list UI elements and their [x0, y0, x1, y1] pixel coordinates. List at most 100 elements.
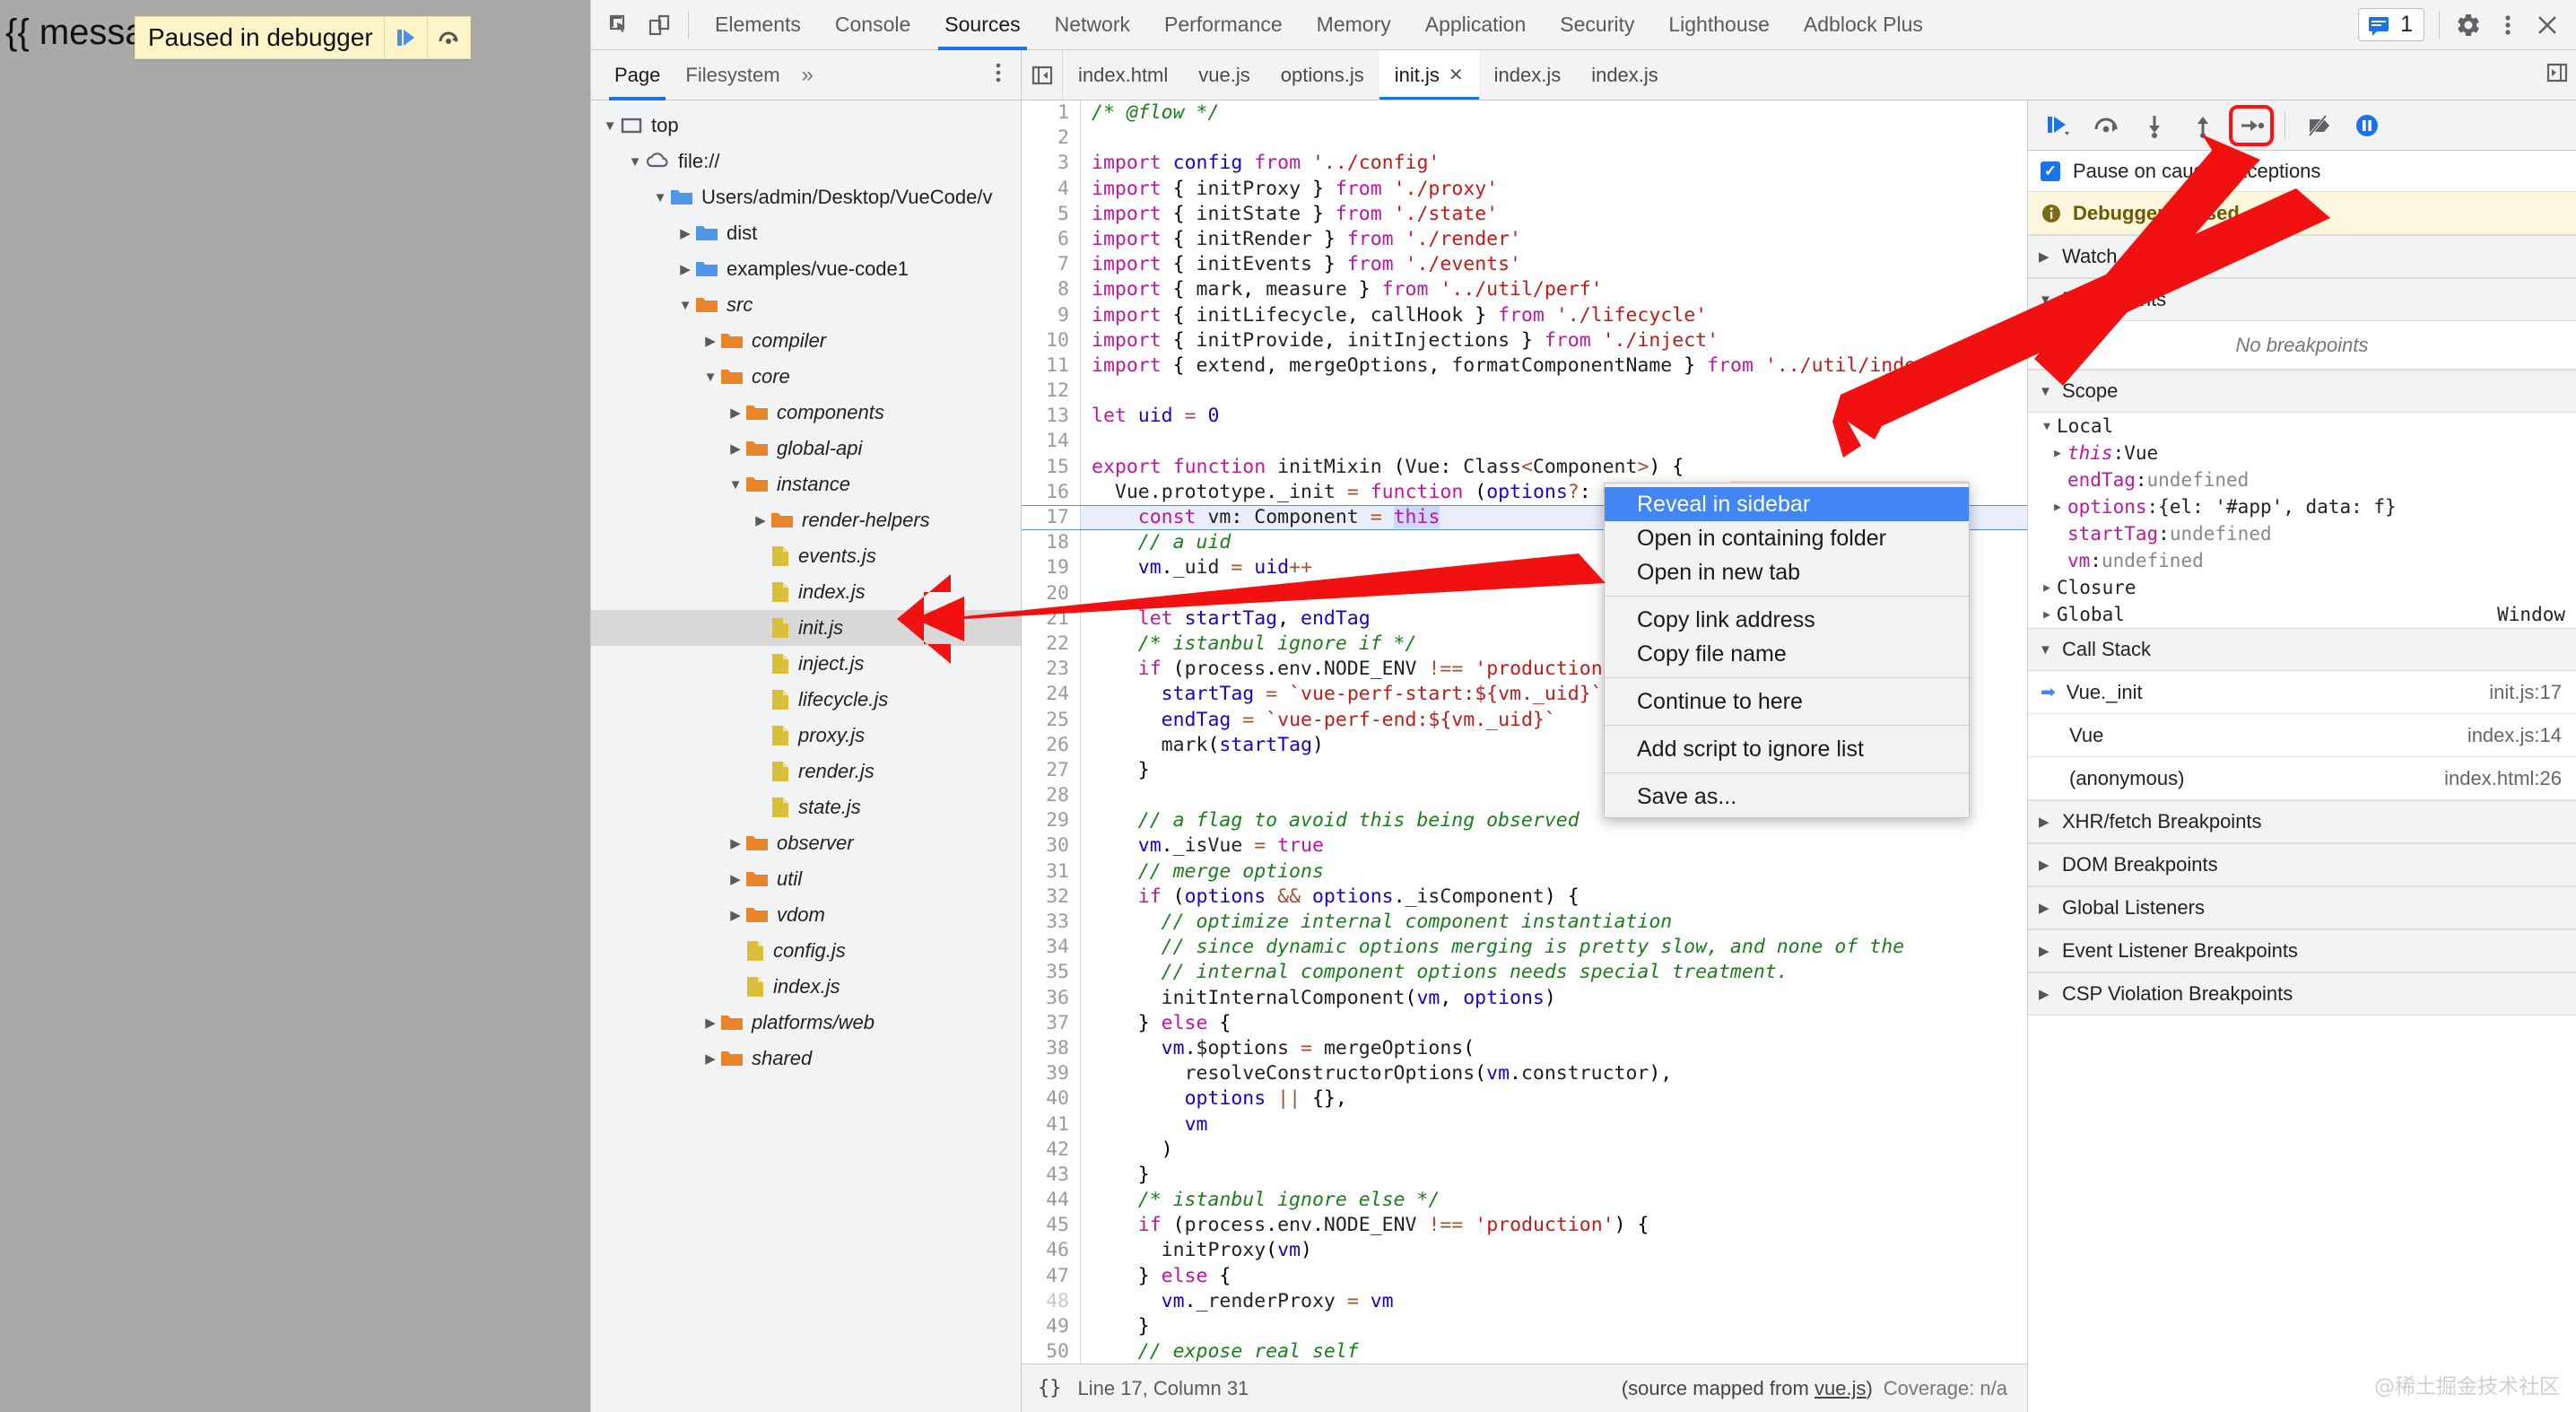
section-event-listener-breakpoints[interactable]: ▶ Event Listener Breakpoints: [2028, 929, 2576, 972]
scope-variable-endTag[interactable]: endTag: undefined: [2028, 466, 2576, 493]
tree-item-inject-js[interactable]: inject.js: [591, 646, 1021, 682]
tab-console[interactable]: Console: [818, 0, 927, 50]
code-line-43[interactable]: 43 }: [1022, 1162, 2027, 1189]
line-number[interactable]: 27: [1022, 757, 1081, 784]
line-number[interactable]: 44: [1022, 1188, 1081, 1214]
code-line-6[interactable]: 6 import { initRender } from './render': [1022, 226, 2027, 253]
tree-item-global-api[interactable]: ▶ global-api: [591, 431, 1021, 466]
chevron-right-icon[interactable]: ▶: [701, 333, 720, 349]
code-line-41[interactable]: 41 vm: [1022, 1111, 2027, 1137]
call-stack-frame-2[interactable]: (anonymous) index.html:26: [2028, 757, 2576, 800]
code-line-8[interactable]: 8 import { mark, measure } from '../util/…: [1022, 277, 2027, 303]
tree-item-proxy-js[interactable]: proxy.js: [591, 718, 1021, 754]
navigator-kebab-menu-icon[interactable]: [988, 60, 1008, 90]
line-number[interactable]: 1: [1022, 100, 1081, 126]
code-line-48[interactable]: 48 vm._renderProxy = vm: [1022, 1288, 2027, 1314]
tree-item-index-js[interactable]: index.js: [591, 969, 1021, 1005]
line-number[interactable]: 29: [1022, 808, 1081, 834]
line-number[interactable]: 8: [1022, 277, 1081, 303]
code-line-45[interactable]: 45 if (process.env.NODE_ENV !== 'product…: [1022, 1213, 2027, 1239]
section-global-listeners[interactable]: ▶ Global Listeners: [2028, 886, 2576, 929]
tree-item-init-js[interactable]: init.js: [591, 610, 1021, 646]
code-line-10[interactable]: 10 import { initProvide, initInjections }…: [1022, 327, 2027, 353]
line-number[interactable]: 50: [1022, 1339, 1081, 1364]
line-number[interactable]: 16: [1022, 479, 1081, 505]
file-tab-index-js[interactable]: index.js: [1479, 50, 1577, 100]
line-number[interactable]: 43: [1022, 1162, 1081, 1189]
tree-item-shared[interactable]: ▶ shared: [591, 1041, 1021, 1076]
scope-variable-startTag[interactable]: startTag: undefined: [2028, 520, 2576, 547]
menu-item-save-as[interactable]: Save as...: [1605, 780, 1969, 814]
close-icon[interactable]: [2528, 5, 2567, 45]
line-number[interactable]: 22: [1022, 631, 1081, 658]
menu-item-add-script-to-ignore-list[interactable]: Add script to ignore list: [1605, 732, 1969, 766]
tree-item-index-js[interactable]: index.js: [591, 574, 1021, 610]
chevron-right-icon[interactable]: ▶: [701, 1050, 720, 1067]
file-tab-vue-js[interactable]: vue.js: [1183, 50, 1265, 100]
section-xhr-breakpoints[interactable]: ▶ XHR/fetch Breakpoints: [2028, 800, 2576, 843]
line-number[interactable]: 26: [1022, 732, 1081, 758]
resume-script-icon[interactable]: [385, 17, 427, 58]
tab-adblock-plus[interactable]: Adblock Plus: [1787, 0, 1940, 50]
chevron-right-icon[interactable]: ▶: [2037, 608, 2057, 622]
chevron-right-icon[interactable]: ▶: [701, 1015, 720, 1031]
line-number[interactable]: 14: [1022, 429, 1081, 455]
chevron-right-icon[interactable]: ▶: [675, 225, 695, 241]
chevron-down-icon[interactable]: ▼: [650, 190, 670, 205]
tab-security[interactable]: Security: [1543, 0, 1651, 50]
navigator-tab-page[interactable]: Page: [602, 50, 673, 100]
editor-context-menu[interactable]: Reveal in sidebar Open in containing fold…: [1604, 483, 1970, 818]
tree-item-instance[interactable]: ▼ instance: [591, 466, 1021, 502]
chevron-right-icon[interactable]: ▶: [726, 835, 745, 851]
code-line-40[interactable]: 40 options || {},: [1022, 1086, 2027, 1112]
menu-item-copy-link-address[interactable]: Copy link address: [1605, 603, 1969, 637]
line-number[interactable]: 39: [1022, 1061, 1081, 1087]
line-number[interactable]: 4: [1022, 176, 1081, 202]
tree-item-components[interactable]: ▶ components: [591, 395, 1021, 431]
tab-application[interactable]: Application: [1408, 0, 1544, 50]
tree-item-render-helpers[interactable]: ▶ render-helpers: [591, 502, 1021, 538]
line-number[interactable]: 45: [1022, 1213, 1081, 1239]
scope-group-global[interactable]: ▶ Global Window: [2028, 601, 2576, 628]
navigator-more-tabs[interactable]: »: [793, 63, 822, 88]
line-number[interactable]: 28: [1022, 783, 1081, 809]
code-line-5[interactable]: 5 import { initState } from './state': [1022, 201, 2027, 227]
code-line-33[interactable]: 33 // optimize internal component instan…: [1022, 910, 2027, 936]
message-count-badge[interactable]: 1: [2358, 8, 2424, 41]
tab-elements[interactable]: Elements: [698, 0, 818, 50]
line-number[interactable]: 2: [1022, 126, 1081, 152]
code-line-31[interactable]: 31 // merge options: [1022, 859, 2027, 885]
line-number[interactable]: 11: [1022, 353, 1081, 379]
gear-icon[interactable]: [2449, 5, 2488, 45]
chevron-right-icon[interactable]: ▶: [751, 512, 770, 528]
code-line-47[interactable]: 47 } else {: [1022, 1263, 2027, 1289]
section-csp-violation-breakpoints[interactable]: ▶ CSP Violation Breakpoints: [2028, 972, 2576, 1015]
line-number[interactable]: 34: [1022, 935, 1081, 961]
line-number[interactable]: 7: [1022, 252, 1081, 278]
code-line-37[interactable]: 37 } else {: [1022, 1010, 2027, 1036]
line-number[interactable]: 10: [1022, 327, 1081, 353]
resume-script-execution-icon[interactable]: [2035, 105, 2080, 146]
file-tab-init-js[interactable]: init.js ✕: [1379, 50, 1479, 100]
chevron-right-icon[interactable]: ▶: [675, 261, 695, 277]
code-line-11[interactable]: 11 import { extend, mergeOptions, formatC…: [1022, 353, 2027, 379]
chevron-right-icon[interactable]: ▶: [726, 405, 745, 421]
file-tab-options-js[interactable]: options.js: [1266, 50, 1379, 100]
tree-item-core[interactable]: ▼ core: [591, 359, 1021, 395]
tab-performance[interactable]: Performance: [1147, 0, 1300, 50]
chevron-right-icon[interactable]: ▶: [2037, 581, 2057, 595]
sources-navigator-tree[interactable]: ▼ top ▼ file:// ▼ Users/admin/Desktop/VueCode…: [591, 100, 1022, 1412]
step-into-next-function-icon[interactable]: [2132, 105, 2177, 146]
tab-network[interactable]: Network: [1038, 0, 1147, 50]
line-number[interactable]: 25: [1022, 707, 1081, 733]
call-stack-frame-1[interactable]: Vue index.js:14: [2028, 714, 2576, 757]
chevron-right-icon[interactable]: ▶: [2048, 501, 2067, 514]
tree-item-src[interactable]: ▼ src: [591, 287, 1021, 323]
pretty-print-icon[interactable]: {}: [1038, 1377, 1062, 1399]
line-number[interactable]: 41: [1022, 1111, 1081, 1137]
section-breakpoints[interactable]: ▼ Breakpoints: [2028, 278, 2576, 321]
scope-variables-tree[interactable]: ▼ Local ▶ this: Vue endTag: undefined ▶ option…: [2028, 413, 2576, 628]
line-number[interactable]: 30: [1022, 833, 1081, 859]
code-line-2[interactable]: 2: [1022, 126, 2027, 152]
code-line-1[interactable]: 1 /* @flow */: [1022, 100, 2027, 126]
